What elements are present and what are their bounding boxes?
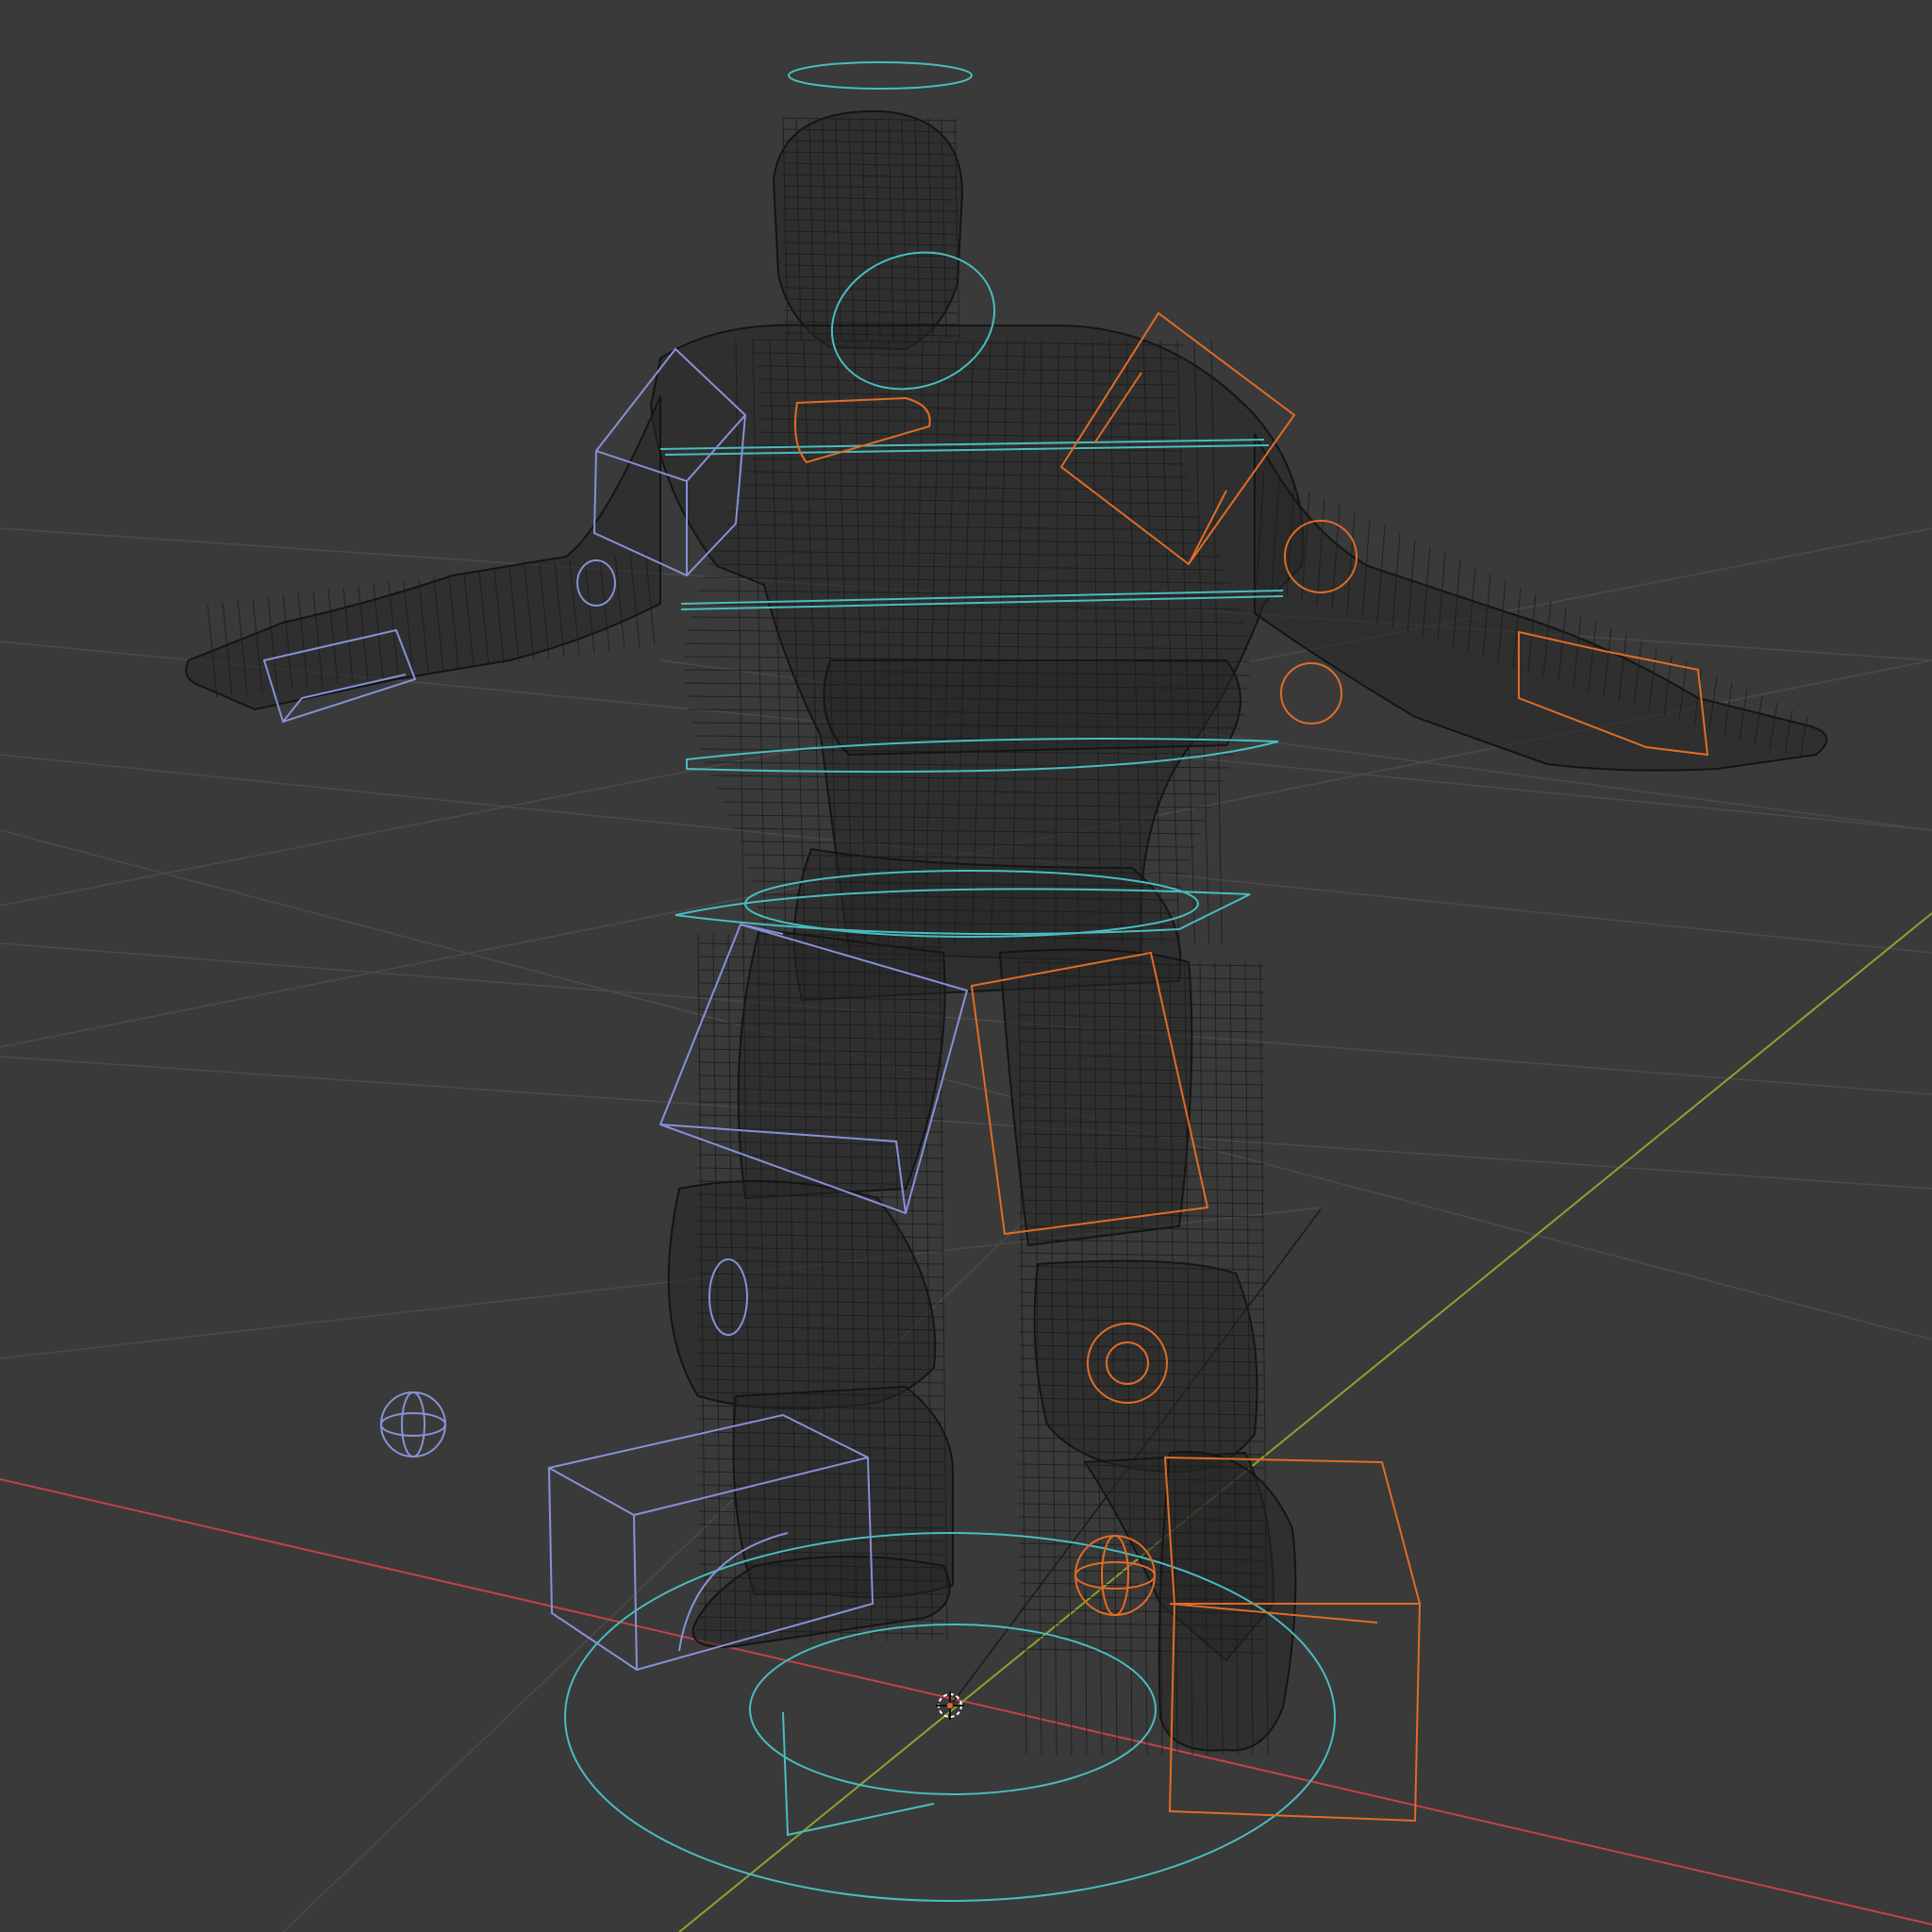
3d-viewport[interactable] bbox=[0, 0, 1932, 1932]
left-arm-mesh bbox=[1254, 433, 1828, 772]
left-foot-mesh bbox=[1158, 1451, 1297, 1752]
character-mesh[interactable] bbox=[185, 109, 1828, 1752]
left-forearm-control[interactable] bbox=[1280, 662, 1342, 724]
right-pole-target-icon[interactable] bbox=[380, 1391, 446, 1457]
head-mesh bbox=[772, 109, 964, 351]
viewport-canvas[interactable] bbox=[0, 0, 1932, 1932]
right-arm-mesh bbox=[185, 395, 661, 711]
x-axis-line bbox=[0, 1478, 1932, 1925]
root-control-arrow[interactable] bbox=[782, 1711, 935, 1837]
head-control-ring[interactable] bbox=[788, 61, 973, 90]
